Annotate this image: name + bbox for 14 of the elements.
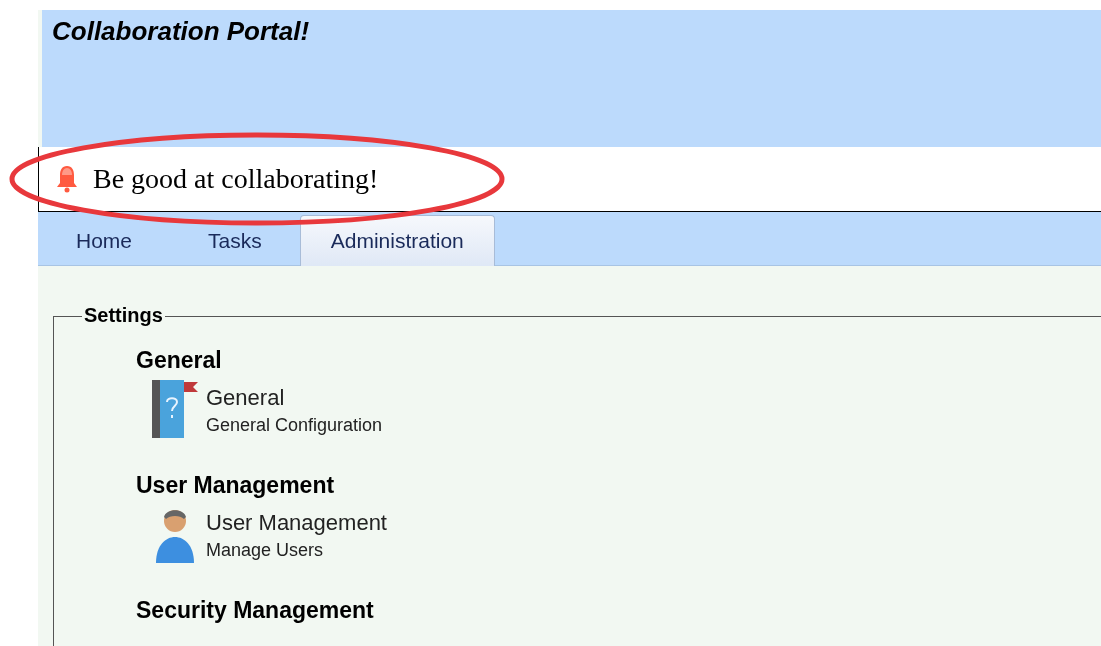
section-heading: General <box>136 347 223 374</box>
nav-tab[interactable]: Administration <box>299 215 495 266</box>
bell-icon <box>55 164 79 194</box>
notice-text: Be good at collaborating! <box>93 163 379 195</box>
section-heading: User Management <box>136 472 336 499</box>
nav-tab[interactable]: Home <box>38 217 171 265</box>
section-heading: Security Management <box>136 597 375 624</box>
setting-description: Manage Users <box>206 539 325 561</box>
setting-link[interactable]: General <box>206 384 383 411</box>
settings-legend: Settings <box>82 304 165 327</box>
portal-title: Collaboration Portal! <box>52 16 310 46</box>
nav-tab[interactable]: Tasks <box>170 217 300 265</box>
setting-link[interactable]: User Management <box>206 509 387 536</box>
setting-description: General Configuration <box>206 414 383 436</box>
